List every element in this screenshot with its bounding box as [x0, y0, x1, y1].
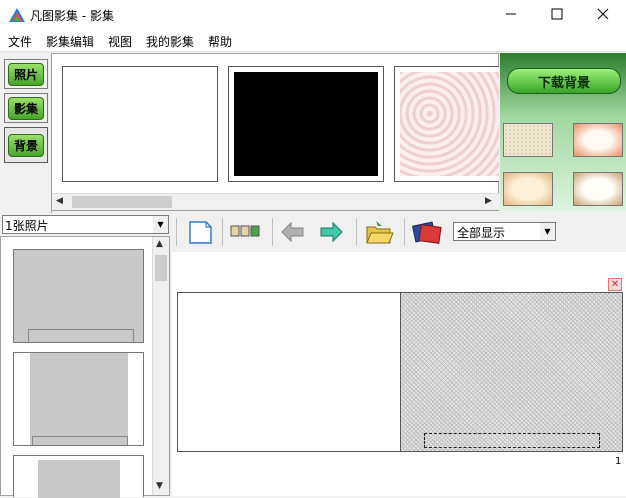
menu-bar: 文件 影集编辑 视图 我的影集 帮助 — [0, 30, 626, 52]
strip-horizontal-scrollbar[interactable]: ◀ ▶ — [52, 193, 499, 210]
layout-button[interactable] — [230, 223, 262, 239]
close-icon: ✕ — [610, 279, 620, 290]
toolbar-separator — [272, 218, 273, 246]
menu-help[interactable]: 帮助 — [208, 33, 232, 50]
list-scroll-thumb[interactable] — [155, 255, 167, 281]
menu-view[interactable]: 视图 — [108, 33, 132, 50]
open-button[interactable] — [364, 217, 394, 247]
download-backgrounds-button[interactable]: 下载背景 — [507, 68, 621, 94]
view-filter-select[interactable]: 全部显示 ▼ — [453, 222, 556, 241]
album-page-left[interactable] — [177, 292, 401, 452]
forward-button[interactable] — [318, 220, 344, 244]
open-folder-icon — [364, 221, 394, 250]
album-button[interactable] — [411, 219, 442, 248]
scroll-right-icon[interactable]: ▶ — [485, 196, 492, 206]
view-filter-value: 全部显示 — [457, 226, 506, 240]
toolbar-separator — [356, 218, 357, 246]
forward-arrow-icon — [318, 221, 344, 247]
minimize-icon — [505, 8, 517, 23]
maximize-icon — [551, 8, 563, 23]
window-title: 凡图影集 - 影集 — [30, 9, 114, 23]
strip-scroll-thumb[interactable] — [72, 196, 172, 208]
background-thumb-black[interactable] — [228, 66, 384, 182]
close-icon — [597, 8, 609, 23]
toolbar-separator — [404, 218, 405, 246]
close-page-button[interactable]: ✕ — [608, 278, 622, 291]
new-page-button[interactable] — [186, 219, 214, 245]
back-button[interactable] — [280, 220, 306, 244]
maximize-button[interactable] — [534, 0, 580, 30]
menu-file[interactable]: 文件 — [8, 33, 32, 50]
layout-icon — [230, 225, 262, 242]
close-window-button[interactable] — [580, 0, 626, 30]
bg-sample-3[interactable] — [503, 172, 553, 206]
tab-photos[interactable]: 照片 — [4, 59, 48, 89]
tab-panel: 照片 影集 背景 — [0, 53, 52, 213]
toolbar — [172, 214, 626, 250]
chevron-down-icon[interactable]: ▼ — [540, 223, 555, 240]
tab-backgrounds[interactable]: 背景 — [4, 127, 48, 163]
photo-count-value: 1张照片 — [5, 219, 49, 233]
page-list — [0, 236, 170, 498]
album-icon — [411, 221, 442, 248]
background-thumb-white[interactable] — [62, 66, 218, 182]
page-thumb-1[interactable] — [13, 249, 144, 343]
page-thumb-3[interactable] — [13, 455, 144, 498]
scroll-up-icon[interactable]: ▲ — [156, 239, 163, 249]
album-page-right[interactable] — [400, 292, 623, 452]
text-placeholder-box[interactable] — [424, 433, 600, 448]
scroll-left-icon[interactable]: ◀ — [56, 196, 63, 206]
background-thumb-pattern[interactable] — [394, 66, 499, 182]
chevron-down-icon[interactable]: ▼ — [153, 216, 168, 233]
scroll-down-icon[interactable]: ▼ — [156, 481, 163, 491]
toolbar-separator — [222, 218, 223, 246]
minimize-button[interactable] — [488, 0, 534, 30]
toolbar-separator — [176, 218, 177, 246]
bg-sample-1[interactable] — [503, 123, 553, 157]
tab-albums-label: 影集 — [7, 96, 44, 120]
page-number: 1 — [615, 456, 622, 467]
bg-sample-2[interactable] — [573, 123, 623, 157]
tab-backgrounds-label: 背景 — [7, 133, 44, 157]
app-icon — [9, 8, 25, 22]
tab-albums[interactable]: 影集 — [4, 93, 48, 123]
page-list-vertical-scrollbar[interactable]: ▲ ▼ — [152, 237, 169, 495]
bg-sample-4[interactable] — [573, 172, 623, 206]
background-strip — [52, 53, 499, 211]
tab-photos-label: 照片 — [7, 62, 44, 86]
menu-album-edit[interactable]: 影集编辑 — [46, 33, 94, 50]
page-thumb-2[interactable] — [13, 352, 144, 446]
back-arrow-icon — [280, 221, 306, 247]
new-page-icon — [186, 221, 214, 248]
menu-my-albums[interactable]: 我的影集 — [146, 33, 194, 50]
